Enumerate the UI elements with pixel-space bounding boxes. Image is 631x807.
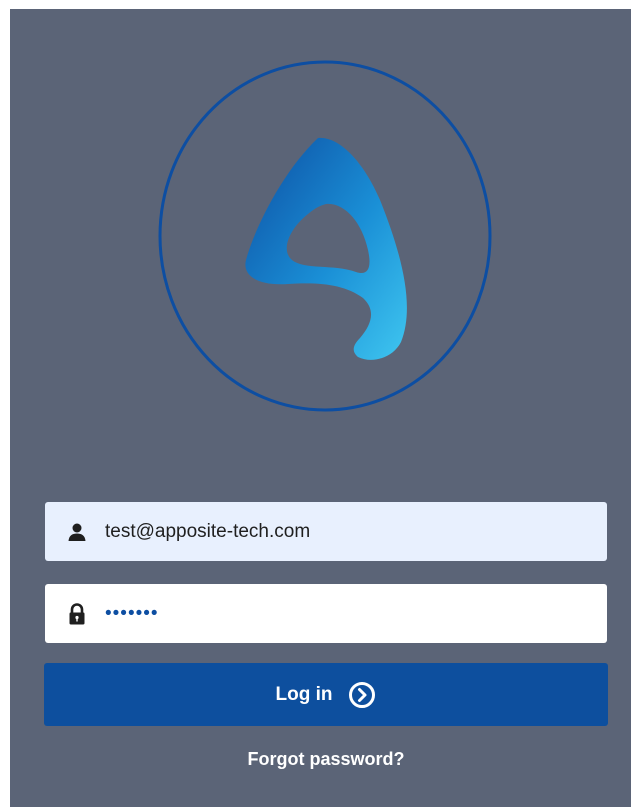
apposite-logo-icon	[158, 60, 492, 412]
login-panel: Log in Forgot password?	[10, 9, 631, 807]
password-input[interactable]	[105, 593, 585, 634]
logo-ring	[158, 60, 492, 412]
login-button[interactable]: Log in	[44, 663, 608, 726]
logo	[158, 60, 492, 412]
password-field[interactable]	[45, 584, 607, 643]
lock-icon	[67, 602, 87, 624]
username-field[interactable]	[45, 502, 607, 561]
login-button-label: Log in	[275, 683, 333, 705]
logo-shape	[245, 137, 407, 360]
chevron-right-circle-icon	[348, 681, 376, 709]
user-icon	[67, 522, 87, 542]
username-input[interactable]	[105, 511, 585, 552]
forgot-password-link[interactable]: Forgot password?	[10, 749, 631, 770]
